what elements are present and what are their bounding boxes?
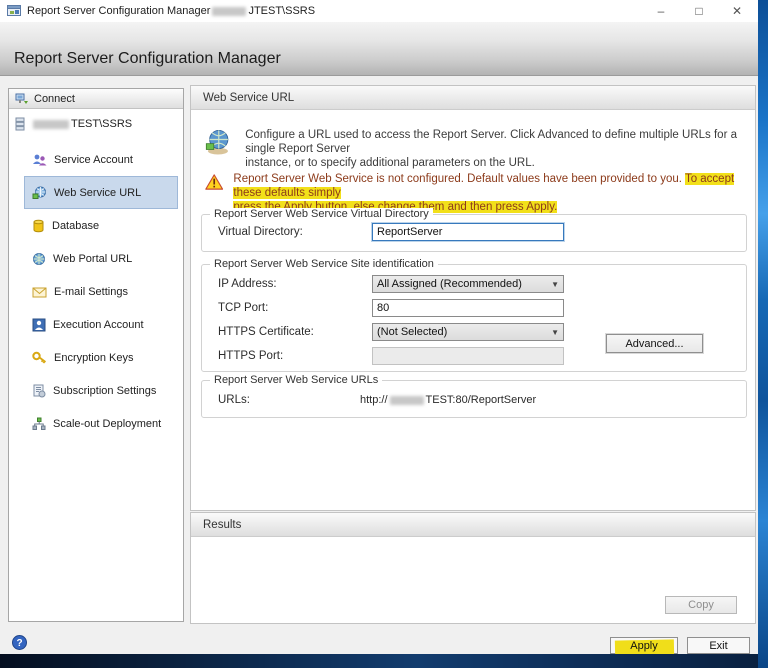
virtual-directory-label: Virtual Directory: [218, 226, 303, 238]
https-port-input [372, 347, 564, 365]
server-icon [15, 117, 25, 131]
tcp-port-input[interactable] [372, 299, 564, 317]
bottom-band [0, 654, 758, 668]
sidebar-item-web-service-url[interactable]: Web Service URL [24, 176, 178, 209]
copy-button[interactable]: Copy [665, 596, 737, 614]
sidebar-item-execution-account[interactable]: Execution Account [24, 308, 178, 341]
connect-header[interactable]: Connect [9, 89, 183, 109]
encryption-keys-icon [32, 351, 47, 364]
server-node[interactable]: TEST\SSRS [15, 117, 132, 131]
site-identification-group-title: Report Server Web Service Site identific… [210, 258, 438, 270]
sidebar-item-encryption-keys[interactable]: Encryption Keys [24, 341, 178, 374]
sidebar: Connect TEST\SSRS Service Account Web Se… [8, 88, 184, 622]
https-port-label: HTTPS Port: [218, 350, 284, 362]
app-window: Report Server Configuration Manager JTEST… [0, 0, 758, 668]
tcp-port-label: TCP Port: [218, 302, 269, 314]
virtual-directory-group-title: Report Server Web Service Virtual Direct… [210, 208, 433, 220]
globe-icon [205, 129, 229, 155]
minimize-button[interactable]: – [642, 0, 680, 22]
apply-button[interactable]: Apply [610, 637, 678, 657]
results-title: Results [191, 513, 755, 537]
ip-address-label: IP Address: [218, 278, 277, 290]
chevron-down-icon: ▼ [551, 279, 559, 289]
window-controls: – □ ✕ [642, 0, 756, 22]
sidebar-item-database[interactable]: Database [24, 209, 178, 242]
scale-out-deployment-icon [32, 417, 46, 430]
ip-address-select[interactable]: All Assigned (Recommended) ▼ [372, 275, 564, 293]
app-header: Report Server Configuration Manager [0, 22, 758, 76]
desktop-background [758, 0, 768, 668]
close-button[interactable]: ✕ [718, 0, 756, 22]
urls-label: URLs: [218, 394, 250, 406]
sidebar-item-email-settings[interactable]: E-mail Settings [24, 275, 178, 308]
app-icon [7, 5, 21, 16]
web-service-url-icon [32, 186, 46, 199]
window-title: Report Server Configuration Manager JTEST… [27, 5, 316, 17]
https-certificate-select[interactable]: (Not Selected) ▼ [372, 323, 564, 341]
maximize-button[interactable]: □ [680, 0, 718, 22]
https-certificate-label: HTTPS Certificate: [218, 326, 314, 338]
sidebar-item-service-account[interactable]: Service Account [24, 143, 178, 176]
urls-group-title: Report Server Web Service URLs [210, 374, 383, 386]
page-title: Report Server Configuration Manager [14, 50, 281, 67]
chevron-down-icon: ▼ [551, 327, 559, 337]
connect-icon [15, 93, 28, 104]
redacted-server-name [33, 119, 69, 129]
service-account-icon [33, 154, 47, 165]
sidebar-item-web-portal-url[interactable]: Web Portal URL [24, 242, 178, 275]
server-node-label: TEST\SSRS [71, 118, 133, 130]
virtual-directory-group: Report Server Web Service Virtual Direct… [201, 208, 747, 252]
web-portal-url-icon [33, 252, 45, 265]
main-panel: Web Service URL Configure a URL used to … [190, 85, 756, 511]
sidebar-nav: Service Account Web Service URL Database [9, 143, 183, 440]
svg-text:?: ? [16, 638, 22, 649]
exit-button[interactable]: Exit [687, 637, 750, 654]
email-settings-icon [32, 287, 47, 297]
database-icon [33, 219, 44, 232]
subscription-settings-icon [33, 384, 46, 397]
connect-label: Connect [34, 92, 75, 105]
execution-account-icon [32, 318, 46, 331]
description-row: Configure a URL used to access the Repor… [203, 126, 743, 170]
redacted-server-name [212, 6, 247, 16]
site-identification-group: Report Server Web Service Site identific… [201, 258, 747, 372]
help-icon[interactable]: ? [12, 635, 27, 650]
virtual-directory-input[interactable] [371, 222, 565, 242]
results-panel: Results Copy [190, 512, 756, 624]
panel-title: Web Service URL [191, 86, 755, 110]
urls-group: Report Server Web Service URLs URLs: htt… [201, 374, 747, 418]
warning-icon [205, 174, 224, 190]
redacted-server-name [389, 395, 424, 405]
description-text: Configure a URL used to access the Repor… [245, 129, 737, 169]
report-server-url-link[interactable]: http://TEST:80/ReportServer [360, 394, 536, 406]
sidebar-item-scale-out-deployment[interactable]: Scale-out Deployment [24, 407, 178, 440]
advanced-button[interactable]: Advanced... [606, 334, 703, 353]
sidebar-item-subscription-settings[interactable]: Subscription Settings [24, 374, 178, 407]
title-bar: Report Server Configuration Manager JTEST… [0, 0, 758, 22]
